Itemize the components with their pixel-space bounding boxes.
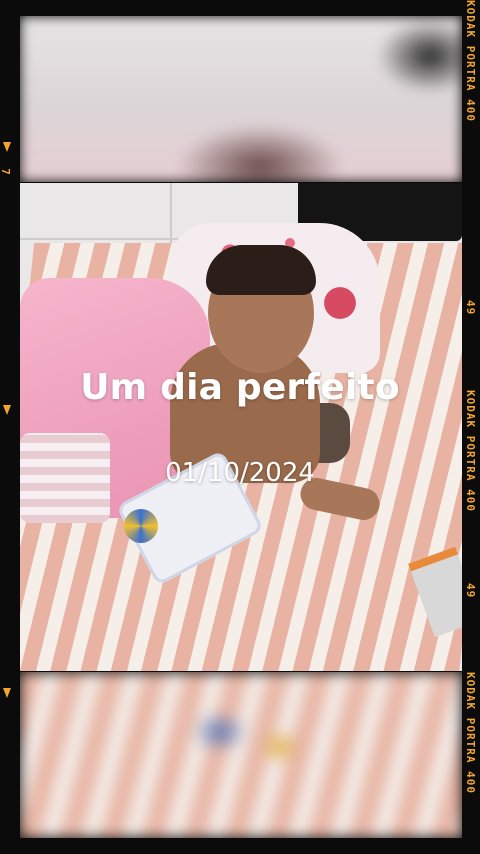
film-arrow-marker-icon [3, 688, 11, 698]
main-photo [20, 183, 462, 671]
film-strip-frame: KODAK PORTRA 400 49 KODAK PORTRA 400 49 … [0, 0, 480, 854]
film-brand-label: KODAK PORTRA 400 [464, 672, 477, 794]
film-frame-number: 49 [464, 583, 477, 599]
overlay-date: 01/10/2024 [165, 458, 315, 488]
toy-wheel [124, 509, 158, 543]
film-brand-label: KODAK PORTRA 400 [464, 0, 477, 122]
film-arrow-marker-icon [3, 142, 11, 152]
blurred-next-frame [20, 672, 462, 838]
film-brand-label: KODAK PORTRA 400 [464, 390, 477, 512]
film-left-number: 7 [0, 168, 12, 175]
blurred-previous-frame [20, 16, 462, 182]
overlay-title: Um dia perfeito [80, 367, 400, 408]
film-frame-number: 49 [464, 300, 477, 316]
